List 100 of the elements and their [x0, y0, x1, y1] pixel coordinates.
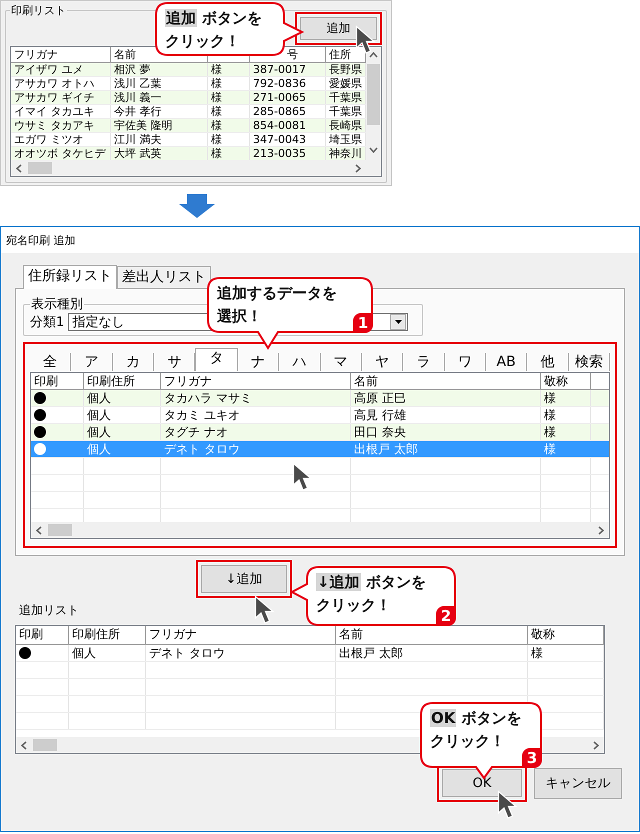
- index-tab[interactable]: AB: [486, 353, 528, 371]
- index-tab[interactable]: 検索: [568, 353, 610, 371]
- table-cell: イマイ タカユキ: [14, 104, 94, 119]
- table-cell: 出根戸 太郎: [339, 645, 403, 662]
- horizontal-scrollbar[interactable]: [31, 522, 609, 538]
- table-cell: 様: [211, 104, 222, 119]
- down-arrow-icon: [179, 194, 215, 218]
- table-cell: 千葉県: [329, 104, 362, 119]
- scroll-thumb[interactable]: [33, 739, 57, 751]
- index-tab[interactable]: ア: [71, 353, 113, 371]
- table-cell: タカハラ マサミ: [164, 390, 252, 406]
- step-badge: 2: [436, 606, 456, 626]
- chevron-left-icon[interactable]: [35, 526, 44, 534]
- index-tab[interactable]: 全: [30, 353, 72, 371]
- table-cell: 様: [211, 76, 222, 91]
- column-header[interactable]: 名前: [351, 373, 541, 389]
- vertical-scrollbar[interactable]: [366, 47, 381, 176]
- index-tab[interactable]: ハ: [279, 353, 321, 371]
- group-label: 印刷リスト: [10, 3, 67, 18]
- table-cell: アイザワ ユメ: [14, 63, 84, 77]
- tab[interactable]: 差出人リスト: [117, 266, 211, 288]
- tab[interactable]: 住所録リスト: [23, 265, 117, 289]
- column-header[interactable]: 印刷住所: [84, 373, 161, 389]
- chevron-left-icon[interactable]: [15, 164, 24, 172]
- index-tab[interactable]: カ: [112, 353, 154, 371]
- cursor-icon: [497, 790, 519, 820]
- table-cell: オオツボ タケヒデ: [14, 146, 106, 160]
- table-cell: デネト タロウ: [149, 645, 225, 662]
- cancel-button[interactable]: キャンセル: [534, 768, 622, 798]
- column-header[interactable]: 敬称: [528, 626, 604, 644]
- index-tab[interactable]: ヤ: [362, 353, 404, 371]
- table-cell: 長野県: [329, 63, 362, 77]
- table-cell: 様: [211, 118, 222, 133]
- column-header[interactable]: フリガナ: [11, 47, 111, 62]
- table-cell: 長崎県: [329, 118, 362, 133]
- table-cell: 様: [544, 424, 556, 440]
- list-label: 追加リスト: [19, 602, 79, 619]
- table-cell: 高見 行雄: [354, 406, 406, 424]
- table-cell: 個人: [72, 645, 96, 662]
- chevron-down-icon[interactable]: [369, 145, 378, 154]
- dropdown-caret-icon: [394, 320, 402, 324]
- column-header[interactable]: 印刷: [16, 626, 69, 644]
- table-row[interactable]: 個人 タカハラ マサミ 高原 正巳 様: [31, 390, 609, 407]
- callout-text: OK ボタンを クリック！: [430, 708, 522, 752]
- callout-text: ↓追加 ボタンを クリック！: [316, 572, 426, 616]
- table-cell: 様: [544, 390, 556, 406]
- chevron-up-icon[interactable]: [369, 51, 378, 60]
- table-cell: 田口 奈央: [354, 424, 406, 440]
- table-cell: 出根戸 太郎: [354, 440, 418, 458]
- table-cell: アサカワ オトハ: [14, 76, 94, 91]
- table-cell: 埼玉県: [329, 132, 362, 147]
- table-cell: 浅川 乙葉: [114, 76, 162, 91]
- table-cell: 様: [544, 406, 556, 424]
- step-badge: 1: [353, 313, 373, 333]
- table-cell: 347-0043: [253, 133, 306, 146]
- table-cell: 浅川 義一: [114, 90, 162, 105]
- table-cell: 個人: [87, 440, 111, 458]
- column-header[interactable]: 印刷住所: [69, 626, 146, 644]
- table-cell: 相沢 夢: [114, 63, 150, 77]
- ok-button[interactable]: OK: [442, 769, 522, 797]
- chevron-right-icon[interactable]: [353, 164, 362, 172]
- table-cell: 387-0017: [253, 63, 306, 76]
- table-cell: 宇佐美 隆明: [114, 118, 172, 133]
- column-header[interactable]: フリガナ: [161, 373, 351, 389]
- table-cell: 様: [211, 132, 222, 147]
- field-label: 分類1: [30, 314, 64, 331]
- add-down-button[interactable]: ↓追加: [201, 565, 287, 593]
- table-cell: 千葉県: [329, 90, 362, 105]
- add-button[interactable]: 追加: [300, 17, 377, 40]
- table-cell: デネト タロウ: [164, 440, 240, 458]
- column-header[interactable]: 印刷: [31, 373, 84, 389]
- index-tab[interactable]: タ: [195, 348, 238, 371]
- chevron-right-icon[interactable]: [591, 740, 600, 750]
- table-cell: 個人: [87, 406, 111, 424]
- table-cell: 個人: [87, 390, 111, 406]
- table-row[interactable]: 個人 タグチ ナオ 田口 奈央 様: [31, 424, 609, 441]
- index-tab[interactable]: 他: [527, 353, 569, 371]
- chevron-right-icon[interactable]: [596, 526, 605, 534]
- table-cell: 江川 満夫: [114, 132, 162, 147]
- table-cell: タグチ ナオ: [164, 424, 228, 440]
- horizontal-scrollbar[interactable]: [11, 160, 366, 176]
- table-cell: 様: [544, 440, 556, 458]
- scroll-thumb[interactable]: [28, 162, 52, 174]
- table-cell: 様: [531, 645, 543, 662]
- table-cell: 神奈川: [329, 146, 362, 160]
- index-tab[interactable]: ラ: [403, 353, 445, 371]
- table-cell: 様: [211, 90, 222, 105]
- index-tab[interactable]: ナ: [238, 353, 280, 371]
- table-cell: 271-0065: [253, 91, 306, 104]
- table-cell: 大坪 武英: [114, 146, 162, 160]
- column-header[interactable]: 敬称: [541, 373, 591, 389]
- table-cell: 213-0035: [253, 147, 306, 160]
- index-tab[interactable]: マ: [320, 353, 362, 371]
- table-cell: 様: [211, 63, 222, 77]
- scroll-thumb[interactable]: [48, 524, 72, 536]
- step-badge: 3: [522, 748, 542, 768]
- index-tab[interactable]: ワ: [444, 353, 486, 371]
- chevron-left-icon[interactable]: [20, 740, 29, 750]
- table-cell: タカミ ユキオ: [164, 406, 240, 424]
- table-cell: 今井 孝行: [114, 104, 162, 119]
